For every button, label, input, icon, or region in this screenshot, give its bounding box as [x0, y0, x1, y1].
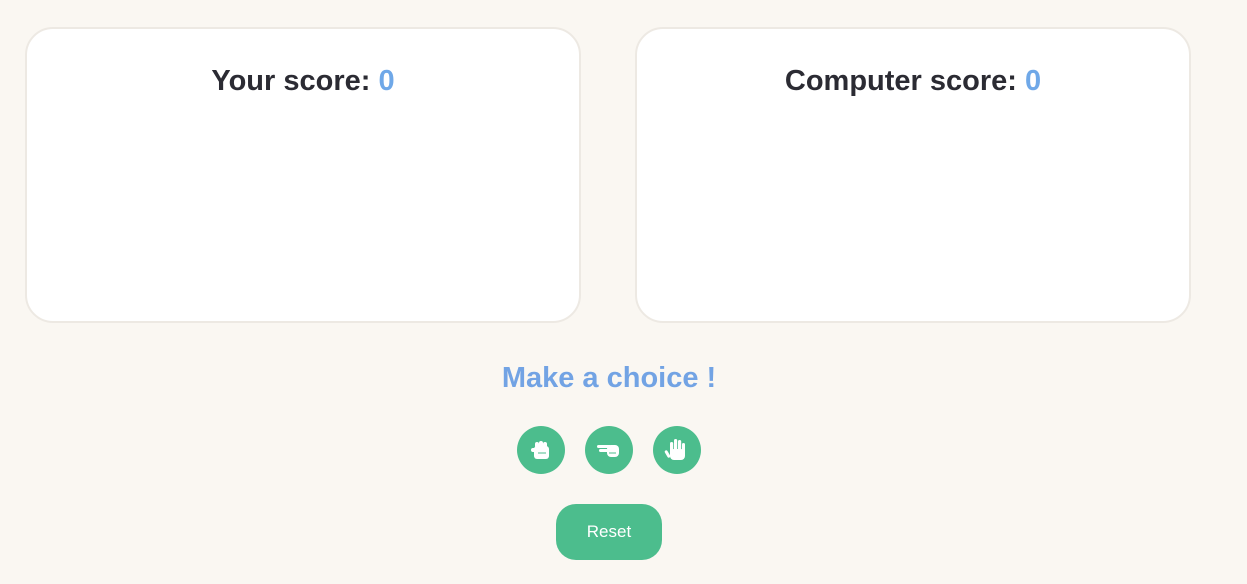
choice-prompt: Make a choice !: [501, 362, 717, 394]
player-score-heading: Your score: 0: [27, 65, 579, 98]
rock-fist-icon: [531, 441, 549, 459]
player-score-label: Your score:: [211, 65, 379, 97]
rock-button[interactable]: [517, 426, 565, 474]
computer-score-label: Computer score:: [784, 65, 1025, 97]
computer-score-panel: Computer score: 0: [635, 27, 1191, 323]
computer-score-value: 0: [1024, 65, 1042, 97]
scissors-button[interactable]: [585, 426, 633, 474]
paper-hand-icon: [664, 439, 685, 460]
choice-buttons: [517, 426, 701, 474]
reset-button[interactable]: Reset: [556, 504, 662, 560]
player-score-panel: Your score: 0: [25, 27, 581, 323]
scissors-hand-icon: [597, 445, 619, 457]
computer-score-heading: Computer score: 0: [637, 65, 1189, 98]
player-score-value: 0: [378, 65, 395, 97]
paper-button[interactable]: [653, 426, 701, 474]
